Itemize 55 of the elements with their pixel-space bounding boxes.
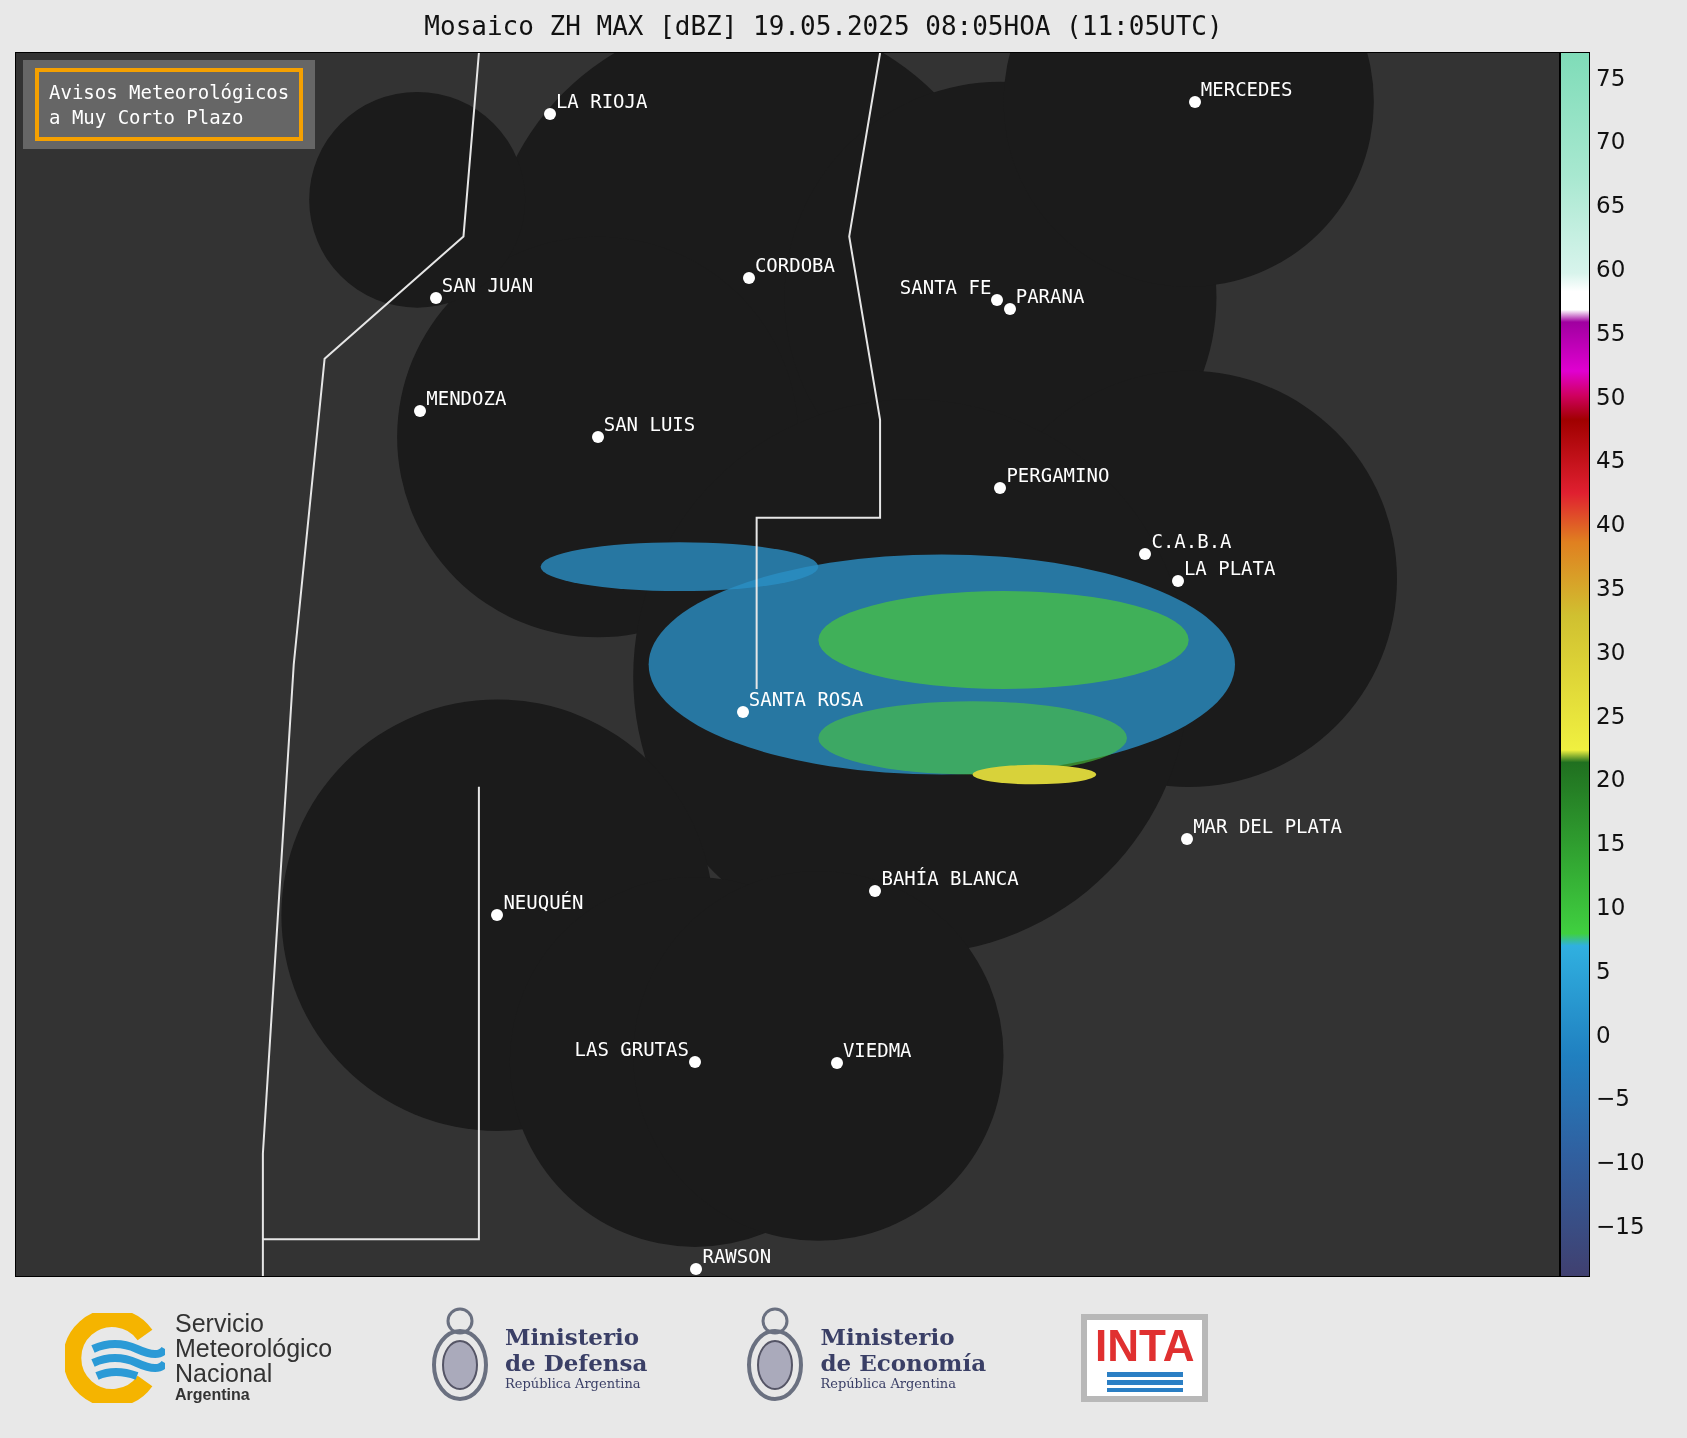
city-marker-icon: [543, 108, 556, 121]
city-label: VIEDMA: [842, 1039, 912, 1062]
scale-tick-label: 65: [1596, 192, 1626, 219]
scale-tick-label: 70: [1596, 128, 1626, 155]
city-label: LAS GRUTAS: [574, 1037, 689, 1060]
city-label: PARANA: [1015, 284, 1085, 307]
scale-tick-label: 30: [1596, 638, 1626, 665]
city-label: MERCEDES: [1200, 77, 1293, 100]
sun-waves-logo-icon: [65, 1312, 165, 1403]
logo-text: de Defensa: [505, 1350, 648, 1377]
logo-text: Ministerio: [505, 1323, 641, 1350]
scale-tick-label: −15: [1596, 1212, 1645, 1239]
logo-text: de Economía: [820, 1350, 987, 1377]
scale-tick-label: 50: [1596, 383, 1626, 410]
scale-tick-label: 45: [1596, 447, 1626, 474]
scale-tick-label: 20: [1596, 766, 1626, 793]
scale-tick-label: 55: [1596, 319, 1626, 346]
logo-subtext: República Argentina: [505, 1376, 642, 1392]
city-label: MENDOZA: [426, 387, 507, 410]
chart-title: Mosaico ZH MAX [dBZ] 19.05.2025 08:05HOA (11:05UTC): [423, 10, 1224, 43]
scale-tick-label: −5: [1596, 1085, 1630, 1112]
city-label: RAWSON: [702, 1244, 772, 1267]
city-label: LA RIOJA: [555, 90, 648, 113]
stripes-icon: [1106, 1371, 1183, 1392]
city-label: SAN JUAN: [441, 273, 534, 296]
city-label: BAHÍA BLANCA: [881, 866, 1019, 889]
scale-tick-label: 5: [1596, 957, 1611, 984]
city-marker-icon: [690, 1262, 703, 1275]
logo-subtext: Argentina: [175, 1386, 251, 1404]
logo-subtext: República Argentina: [820, 1376, 957, 1392]
city-label: SANTA FE: [899, 276, 992, 299]
scale-tick-label: 15: [1596, 830, 1626, 857]
city-label: SANTA ROSA: [748, 688, 864, 711]
legend-text: a Muy Corto Plazo: [49, 104, 245, 130]
city-label: CORDOBA: [754, 254, 835, 277]
city-label: SAN LUIS: [603, 413, 696, 435]
scale-tick-label: −10: [1596, 1149, 1645, 1176]
city-label: LA PLATA: [1183, 557, 1276, 580]
city-label: MAR DEL PLATA: [1193, 815, 1342, 838]
logo-text: Ministerio: [820, 1323, 956, 1350]
logo-text: Nacional: [175, 1361, 273, 1386]
city-label: C.A.B.A: [1151, 530, 1232, 553]
logo-text: Servicio: [175, 1311, 265, 1336]
city-label: NEUQUÉN: [503, 891, 584, 914]
scale-tick-label: 25: [1596, 702, 1626, 729]
legend-text: Avisos Meteorológicos: [49, 80, 290, 105]
logo-text: INTA: [1095, 1323, 1195, 1368]
scale-tick-label: 60: [1596, 255, 1626, 282]
scale-tick-label: 75: [1596, 64, 1626, 91]
scale-tick-label: 35: [1596, 574, 1626, 601]
scale-tick-label: 10: [1596, 893, 1626, 920]
scale-tick-label: 0: [1596, 1021, 1611, 1048]
scale-tick-label: 40: [1596, 511, 1626, 538]
city-marker-icon: [1181, 833, 1194, 846]
city-label: PERGAMINO: [1006, 464, 1110, 487]
